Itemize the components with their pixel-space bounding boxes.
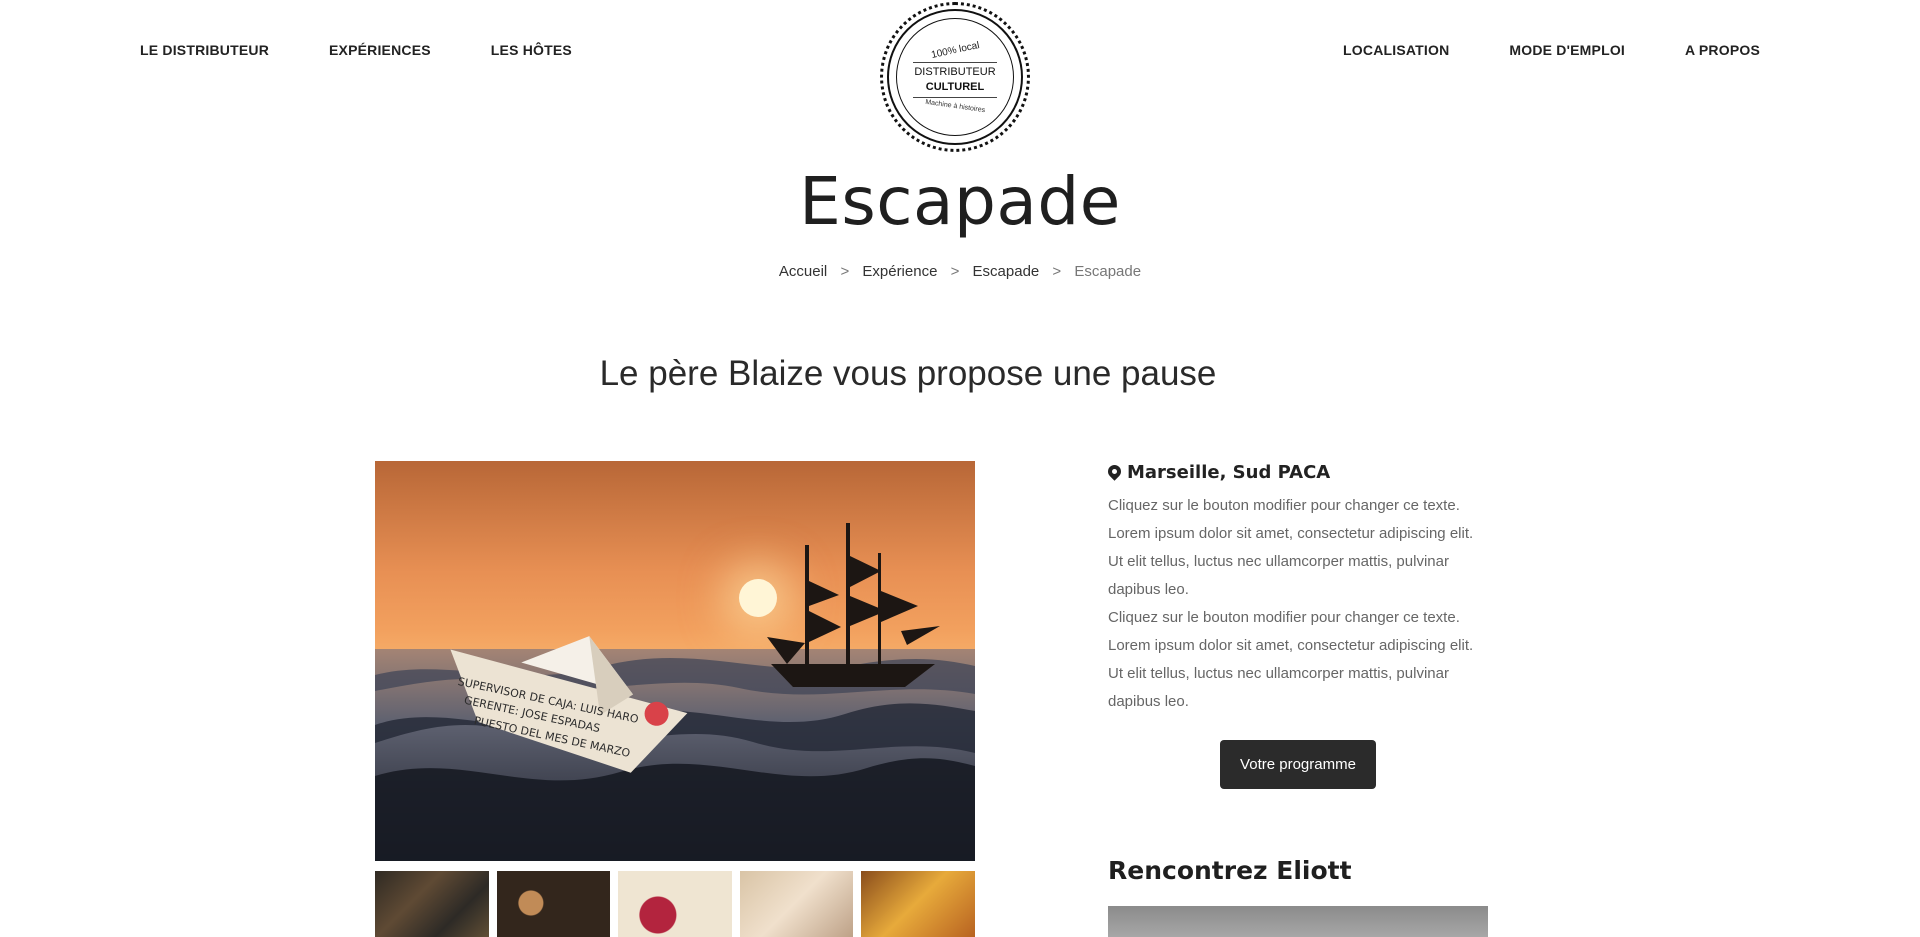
logo-title-line-2: CULTUREL (925, 80, 985, 93)
thumbnail-image-1[interactable] (375, 871, 489, 937)
page: LE DISTRIBUTEUR EXPÉRIENCES LES HÔTES 10… (0, 0, 1920, 937)
location-pin-icon (1108, 465, 1121, 482)
nav-mode-emploi[interactable]: MODE D'EMPLOI (1509, 41, 1625, 59)
logo-bottom-text: Machine à histoires (924, 98, 986, 114)
thumbnail-image-2[interactable] (496, 871, 611, 937)
nav-les-hotes[interactable]: LES HÔTES (491, 41, 572, 59)
description-line-5: Cliquez sur le bouton modifier pour chan… (1108, 609, 1460, 626)
logo-divider (913, 61, 997, 63)
logo-divider (913, 96, 997, 98)
description-line-4: dapibus leo. (1108, 581, 1189, 598)
breadcrumb-escapade-category[interactable]: Escapade (973, 263, 1040, 280)
description-line-1: Cliquez sur le bouton modifier pour chan… (1108, 497, 1460, 514)
thumbnail-image-3[interactable] (618, 871, 732, 937)
breadcrumb-experience[interactable]: Expérience (862, 263, 937, 280)
nav-a-propos[interactable]: A PROPOS (1685, 41, 1760, 59)
logo-title: DISTRIBUTEUR CULTUREL (914, 65, 995, 95)
experience-heading: Le père Blaize vous propose une pause (599, 354, 1217, 393)
experience-details: Marseille, Sud PACA Cliquez sur le bouto… (1108, 462, 1488, 716)
site-logo[interactable]: 100% local DISTRIBUTEUR CULTUREL Machine… (880, 2, 1030, 152)
nav-localisation[interactable]: LOCALISATION (1343, 41, 1449, 59)
main-experience-image[interactable]: SUPERVISOR DE CAJA: LUIS HARO GERENTE: J… (375, 461, 975, 861)
logo-ring: 100% local DISTRIBUTEUR CULTUREL Machine… (887, 9, 1023, 145)
breadcrumb-separator: > (950, 263, 960, 280)
main-navigation-right: LOCALISATION MODE D'EMPLOI A PROPOS (1343, 41, 1760, 59)
thumbnail-image-5[interactable] (861, 871, 975, 937)
location-text: Marseille, Sud PACA (1127, 462, 1331, 483)
thumbnail-image-4[interactable] (739, 871, 854, 937)
logo-title-line-1: DISTRIBUTEUR (914, 65, 996, 78)
breadcrumb-home[interactable]: Accueil (779, 263, 827, 280)
nav-experiences[interactable]: EXPÉRIENCES (329, 41, 431, 59)
description-line-6: Lorem ipsum dolor sit amet, consectetur … (1108, 637, 1474, 654)
logo-top-text: 100% local (929, 39, 981, 61)
description-line-7: Ut elit tellus, luctus nec ullamcorper m… (1108, 665, 1449, 682)
breadcrumb-current: Escapade (1074, 263, 1142, 280)
description-line-3: Ut elit tellus, luctus nec ullamcorper m… (1108, 553, 1449, 570)
breadcrumb-separator: > (1052, 263, 1062, 280)
logo-center: 100% local DISTRIBUTEUR CULTUREL Machine… (896, 18, 1014, 136)
nav-le-distributeur[interactable]: LE DISTRIBUTEUR (140, 41, 269, 59)
experience-description: Cliquez sur le bouton modifier pour chan… (1108, 492, 1488, 716)
thumbnail-gallery (375, 871, 975, 937)
breadcrumb-separator: > (840, 263, 850, 280)
host-image[interactable] (1108, 906, 1488, 937)
wave-crest-3 (375, 758, 975, 861)
breadcrumb: Accueil > Expérience > Escapade > Escapa… (0, 263, 1920, 280)
image-scene: SUPERVISOR DE CAJA: LUIS HARO GERENTE: J… (375, 523, 975, 861)
program-button[interactable]: Votre programme (1220, 740, 1376, 789)
host-heading: Rencontrez Eliott (1108, 856, 1352, 885)
description-line-8: dapibus leo. (1108, 693, 1189, 710)
description-line-2: Lorem ipsum dolor sit amet, consectetur … (1108, 525, 1474, 542)
page-title: Escapade (799, 163, 1121, 240)
main-navigation-left: LE DISTRIBUTEUR EXPÉRIENCES LES HÔTES (140, 41, 572, 59)
location-heading: Marseille, Sud PACA (1108, 462, 1488, 484)
